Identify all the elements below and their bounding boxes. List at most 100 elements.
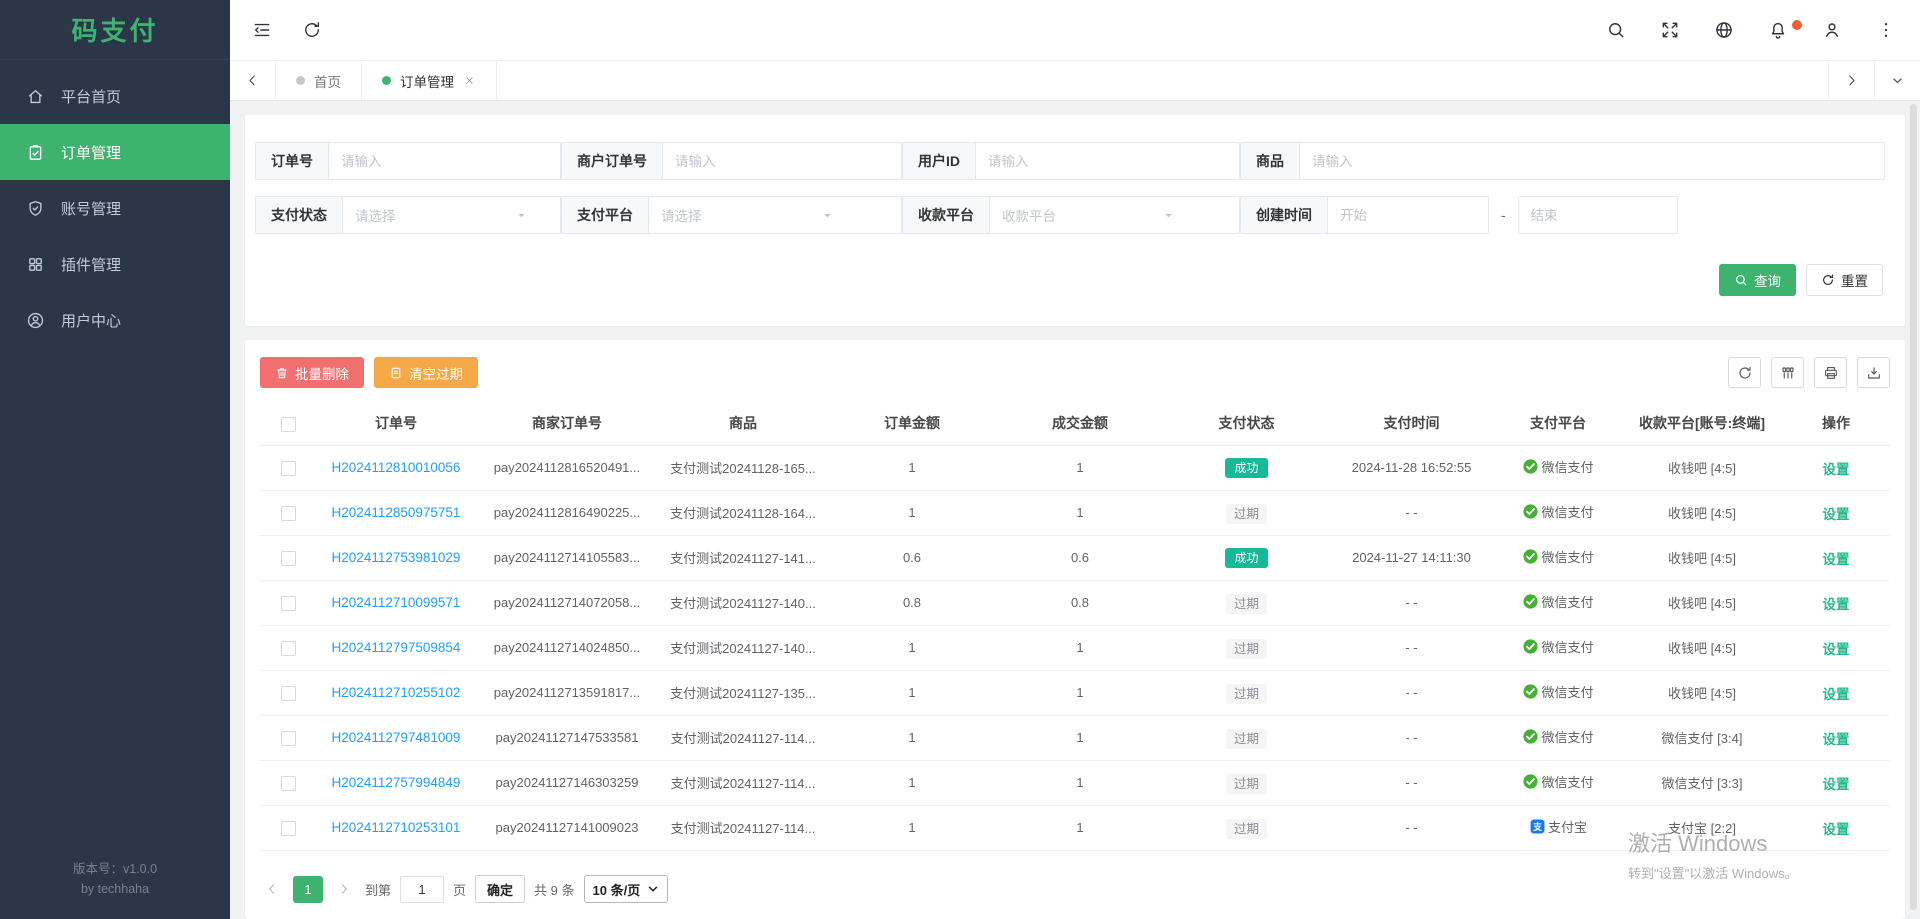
date-end-input[interactable]	[1518, 196, 1678, 234]
row-settings-link[interactable]: 设置	[1823, 687, 1850, 702]
page-label: 页	[453, 880, 466, 899]
row-checkbox[interactable]	[281, 596, 296, 611]
status-badge-success: 成功	[1225, 458, 1267, 478]
page-scrollbar[interactable]	[1910, 104, 1917, 910]
row-settings-link[interactable]: 设置	[1823, 507, 1850, 522]
table-row: H2024112753981029pay2024112714105583...支…	[260, 535, 1890, 580]
pay-platform-select[interactable]: 请选择	[649, 197, 845, 233]
tab-close-button[interactable]	[463, 74, 476, 87]
row-settings-link[interactable]: 设置	[1823, 777, 1850, 792]
row-settings-link[interactable]: 设置	[1823, 822, 1850, 837]
receive-platform-select[interactable]: 收款平台	[990, 197, 1186, 233]
table-export-button[interactable]	[1857, 357, 1890, 388]
caret-down-icon	[514, 208, 529, 223]
order-id-link[interactable]: H2024112710253101	[332, 820, 461, 835]
sidebar-item-label: 订单管理	[61, 142, 121, 163]
row-settings-link[interactable]: 设置	[1823, 552, 1850, 567]
row-checkbox[interactable]	[281, 686, 296, 701]
order-id-link[interactable]: H2024112757994849	[332, 775, 461, 790]
order-id-link[interactable]: H2024112753981029	[332, 550, 461, 565]
tabs-menu-button[interactable]	[1874, 61, 1920, 100]
sidebar-item-orders[interactable]: 订单管理	[0, 124, 230, 180]
row-settings-link[interactable]: 设置	[1823, 642, 1850, 657]
row-checkbox[interactable]	[281, 821, 296, 836]
fullscreen-button[interactable]	[1660, 20, 1680, 40]
more-button[interactable]	[1876, 20, 1896, 40]
globe-button[interactable]	[1714, 20, 1734, 40]
product-input[interactable]	[1300, 143, 1496, 179]
order-id-link[interactable]: H2024112710099571	[332, 595, 461, 610]
row-checkbox[interactable]	[281, 641, 296, 656]
row-checkbox[interactable]	[281, 731, 296, 746]
order-id-link[interactable]: H2024112810010056	[332, 460, 461, 475]
filter-group-pay-platform: 支付平台请选择	[561, 196, 902, 234]
search-icon	[1734, 273, 1748, 287]
cell-order-amount: 1	[828, 805, 996, 850]
select-all-checkbox[interactable]	[281, 417, 296, 432]
select-all-header	[260, 402, 316, 445]
filter-group-create-time: 创建时间	[1240, 196, 1489, 234]
tabs-scroll-right-button[interactable]	[1828, 61, 1874, 100]
filter-label: 支付状态	[256, 197, 343, 233]
refresh-button[interactable]	[302, 20, 322, 40]
table-refresh-button[interactable]	[1728, 357, 1761, 388]
table-print-button[interactable]	[1814, 357, 1847, 388]
search-button[interactable]	[1606, 20, 1626, 40]
row-settings-link[interactable]: 设置	[1823, 732, 1850, 747]
menu-collapse-button[interactable]	[252, 20, 272, 40]
search-button[interactable]: 查询	[1719, 264, 1796, 296]
cell-paid-amount: 1	[996, 805, 1164, 850]
prev-page-button[interactable]	[260, 876, 284, 902]
cell-paid-amount: 1	[996, 760, 1164, 805]
row-settings-link[interactable]: 设置	[1823, 597, 1850, 612]
row-checkbox[interactable]	[281, 776, 296, 791]
table-row: H2024112850975751pay2024112816490225...支…	[260, 490, 1890, 535]
tab-orders[interactable]: 订单管理	[362, 61, 497, 100]
cell-pay-time: - -	[1329, 490, 1494, 535]
column-header: 订单号	[316, 402, 476, 445]
goto-confirm-button[interactable]: 确定	[475, 875, 525, 903]
topbar-left-icons	[252, 20, 322, 40]
filter-panel: 订单号商户订单号用户ID商品 支付状态请选择支付平台请选择收款平台收款平台创建时…	[245, 115, 1905, 326]
globe-icon	[1714, 20, 1734, 40]
goto-page-input[interactable]	[400, 876, 444, 903]
clear-expired-icon	[389, 366, 403, 380]
order-id-link[interactable]: H2024112797481009	[332, 730, 461, 745]
user-id-input[interactable]	[976, 143, 1172, 179]
user-button[interactable]	[1822, 20, 1842, 40]
orders-table-panel: 批量删除 清空过期 订单号商家订单号商品订单金额成交金额支付状态支付时间支付平台…	[245, 340, 1905, 919]
order-id-link[interactable]: H2024112850975751	[332, 505, 461, 520]
order-id-link[interactable]: H2024112710255102	[332, 685, 461, 700]
merchant-order-id-input[interactable]	[663, 143, 859, 179]
date-start-input[interactable]	[1328, 197, 1488, 233]
sidebar-item-home[interactable]: 平台首页	[0, 68, 230, 124]
reset-button[interactable]: 重置	[1806, 264, 1883, 296]
row-checkbox[interactable]	[281, 461, 296, 476]
bell-button[interactable]	[1768, 20, 1788, 40]
order-id-link[interactable]: H2024112797509854	[332, 640, 461, 655]
refresh-icon	[1737, 365, 1753, 381]
wechat-pay-icon	[1522, 728, 1539, 745]
tabs-scroll-left-button[interactable]	[230, 61, 276, 100]
cell-pay-time: - -	[1329, 760, 1494, 805]
sidebar-item-plugins[interactable]: 插件管理	[0, 236, 230, 292]
tab-home[interactable]: 首页	[276, 61, 362, 100]
row-checkbox[interactable]	[281, 551, 296, 566]
row-settings-link[interactable]: 设置	[1823, 462, 1850, 477]
version-number: 版本号：v1.0.0	[0, 859, 230, 879]
order-id-input[interactable]	[329, 143, 525, 179]
current-page-button[interactable]: 1	[293, 876, 323, 903]
column-header: 成交金额	[996, 402, 1164, 445]
tabs-container: 首页订单管理	[276, 61, 497, 100]
cell-receive-account: 收钱吧 [4:5]	[1622, 445, 1782, 490]
next-page-button[interactable]	[332, 876, 356, 902]
sidebar-item-accounts[interactable]: 账号管理	[0, 180, 230, 236]
row-checkbox[interactable]	[281, 506, 296, 521]
export-icon	[1866, 365, 1882, 381]
clear-expired-button[interactable]: 清空过期	[374, 357, 478, 388]
pay-status-select[interactable]: 请选择	[343, 197, 539, 233]
table-columns-button[interactable]	[1771, 357, 1804, 388]
page-size-select[interactable]: 10 条/页	[584, 875, 669, 903]
sidebar-item-user-center[interactable]: 用户中心	[0, 292, 230, 348]
batch-delete-button[interactable]: 批量删除	[260, 357, 364, 388]
